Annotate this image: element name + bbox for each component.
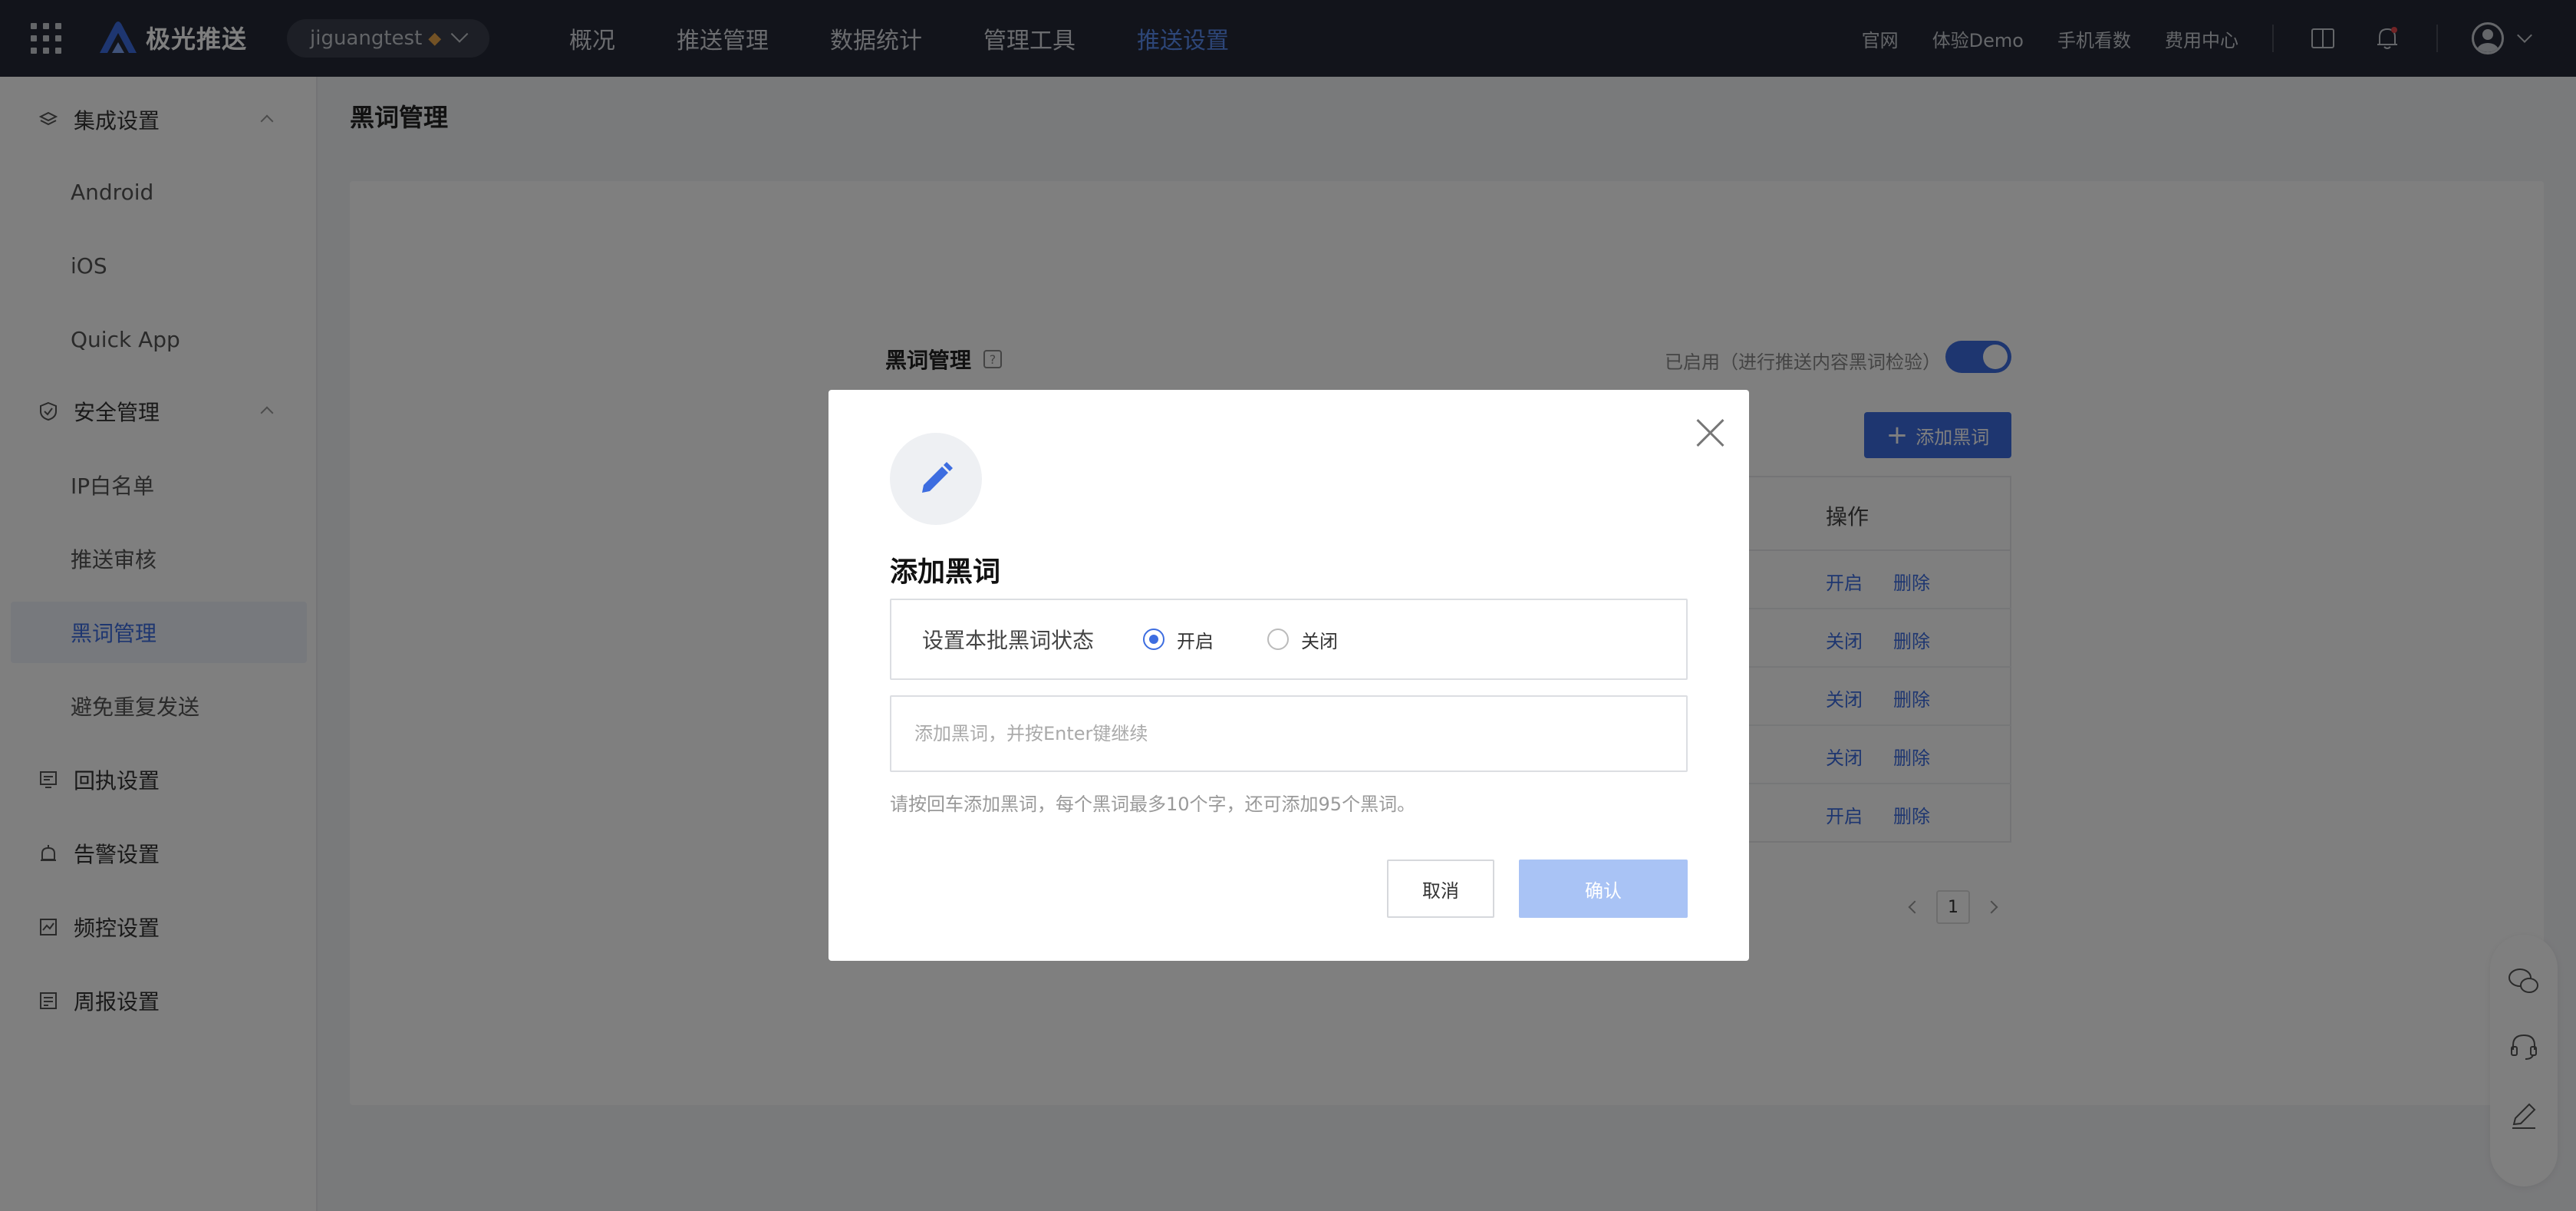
pencil-icon [890, 433, 982, 525]
blackword-input[interactable] [890, 695, 1688, 772]
confirm-button[interactable]: 确认 [1519, 860, 1688, 918]
status-label: 设置本批黑词状态 [922, 628, 1095, 653]
cancel-button[interactable]: 取消 [1387, 860, 1494, 918]
status-selector: 设置本批黑词状态 开启 关闭 [890, 599, 1688, 680]
input-hint: 请按回车添加黑词，每个黑词最多10个字，还可添加95个黑词。 [890, 794, 1416, 815]
radio-enable[interactable]: 开启 [1143, 626, 1214, 653]
close-icon[interactable] [1695, 417, 1726, 448]
radio-disable[interactable]: 关闭 [1267, 626, 1338, 653]
dialog-title: 添加黑词 [890, 556, 1001, 588]
add-blackword-dialog: 添加黑词 设置本批黑词状态 开启 关闭 请按回车添加黑词，每个黑词最多10个字，… [828, 390, 1749, 961]
radio-unchecked-icon [1267, 629, 1290, 650]
radio-enable-label: 开启 [1177, 630, 1214, 652]
radio-checked-icon [1143, 629, 1165, 650]
radio-disable-label: 关闭 [1301, 630, 1339, 652]
